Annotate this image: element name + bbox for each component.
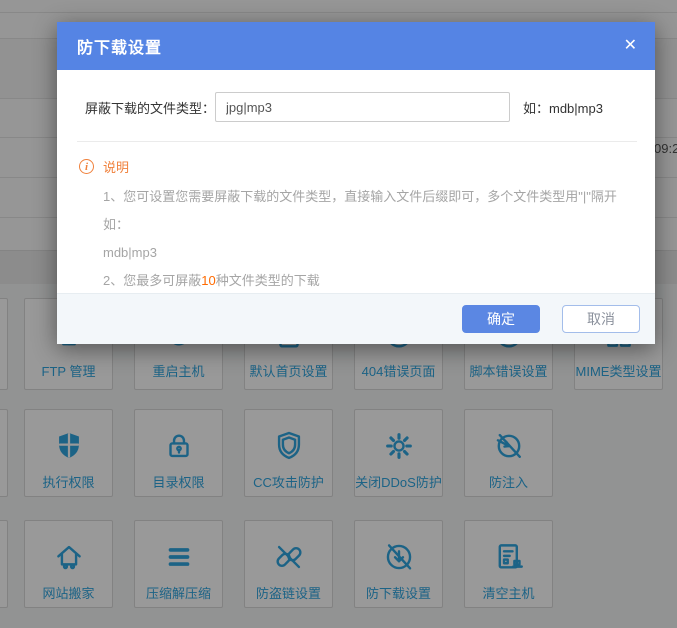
info-list: 1、您可设置您需要屏蔽下载的文件类型，直接输入文件后缀即可，多个文件类型用"|"… <box>103 183 625 295</box>
file-type-input[interactable] <box>215 92 510 122</box>
cancel-button[interactable]: 取消 <box>562 305 640 333</box>
dialog-header: 防下载设置 ✕ <box>57 22 655 70</box>
confirm-button[interactable]: 确定 <box>462 305 540 333</box>
info-section: i 说明 1、您可设置您需要屏蔽下载的文件类型，直接输入文件后缀即可，多个文件类… <box>57 142 655 295</box>
info-item-1: 1、您可设置您需要屏蔽下载的文件类型，直接输入文件后缀即可，多个文件类型用"|"… <box>103 183 625 239</box>
dialog-footer: 确定 取消 <box>57 293 655 344</box>
dialog-title: 防下载设置 <box>77 34 624 58</box>
info-item-2: 2、您最多可屏蔽10种文件类型的下载 <box>103 267 625 295</box>
dialog-body: 屏蔽下载的文件类型： 如：mdb|mp3 i 说明 1、您可设置您需要屏蔽下载的… <box>57 70 655 295</box>
limit-count: 10 <box>201 273 215 288</box>
info-title: 说明 <box>103 157 129 176</box>
close-icon[interactable]: ✕ <box>624 38 637 54</box>
info-header: i 说明 <box>79 157 625 176</box>
info-icon: i <box>79 159 94 174</box>
file-type-form-row: 屏蔽下载的文件类型： 如：mdb|mp3 <box>57 70 655 122</box>
info-item-1-example: mdb|mp3 <box>103 239 625 267</box>
file-type-example: 如：mdb|mp3 <box>523 98 603 117</box>
anti-download-settings-dialog: 防下载设置 ✕ 屏蔽下载的文件类型： 如：mdb|mp3 i 说明 1、您可设置… <box>57 22 655 344</box>
file-type-label: 屏蔽下载的文件类型： <box>85 98 215 117</box>
